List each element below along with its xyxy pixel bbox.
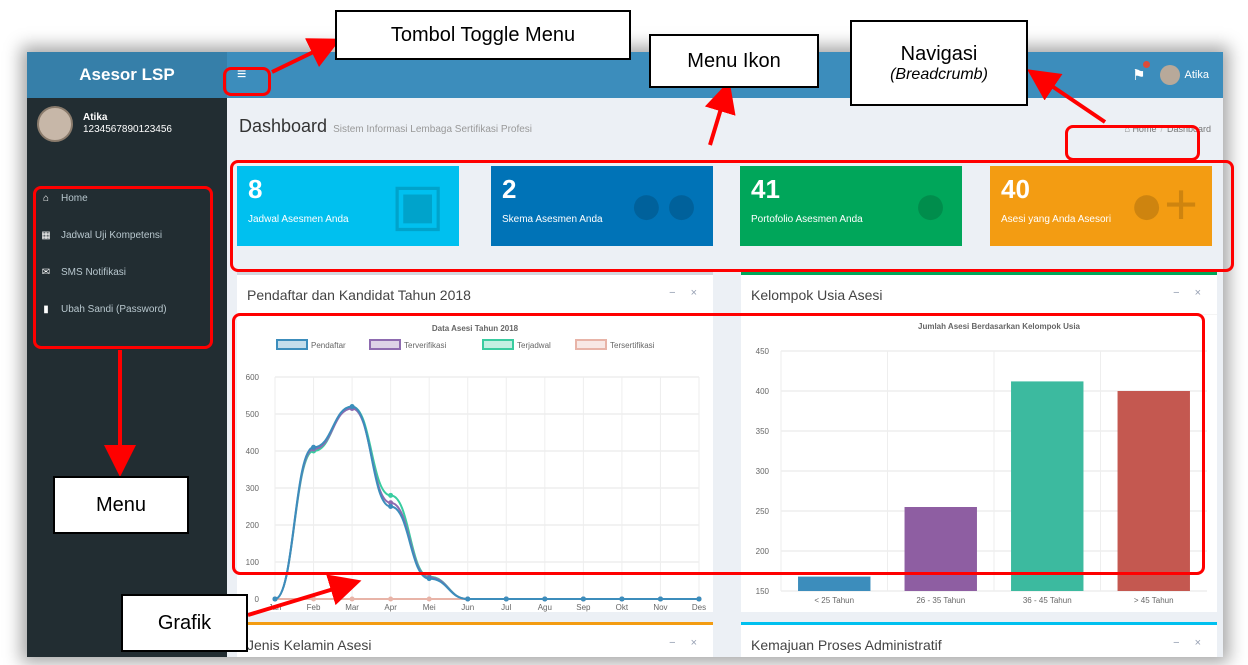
callout-grafik: Grafik [121,594,248,652]
callout-nav-subtext: (Breadcrumb) [890,65,988,83]
callout-toggle-text: Tombol Toggle Menu [390,23,576,46]
callout-menu-text: Menu [95,493,147,516]
callout-grafik-text: Grafik [157,611,212,634]
callout-menu-ikon: Menu Ikon [649,34,819,88]
arrow-grafik [247,574,362,617]
callout-menu: Menu [53,476,189,534]
annotation-arrows [104,38,1107,617]
callout-toggle: Tombol Toggle Menu [335,10,631,60]
callout-nav-text: Navigasi [900,42,978,65]
callout-ikon-text: Menu Ikon [687,49,781,72]
arrow-breadcrumb [1027,69,1107,124]
callout-navigasi: Navigasi (Breadcrumb) [850,20,1028,106]
arrow-icon-menu [704,80,736,146]
arrow-toggle [271,38,341,74]
